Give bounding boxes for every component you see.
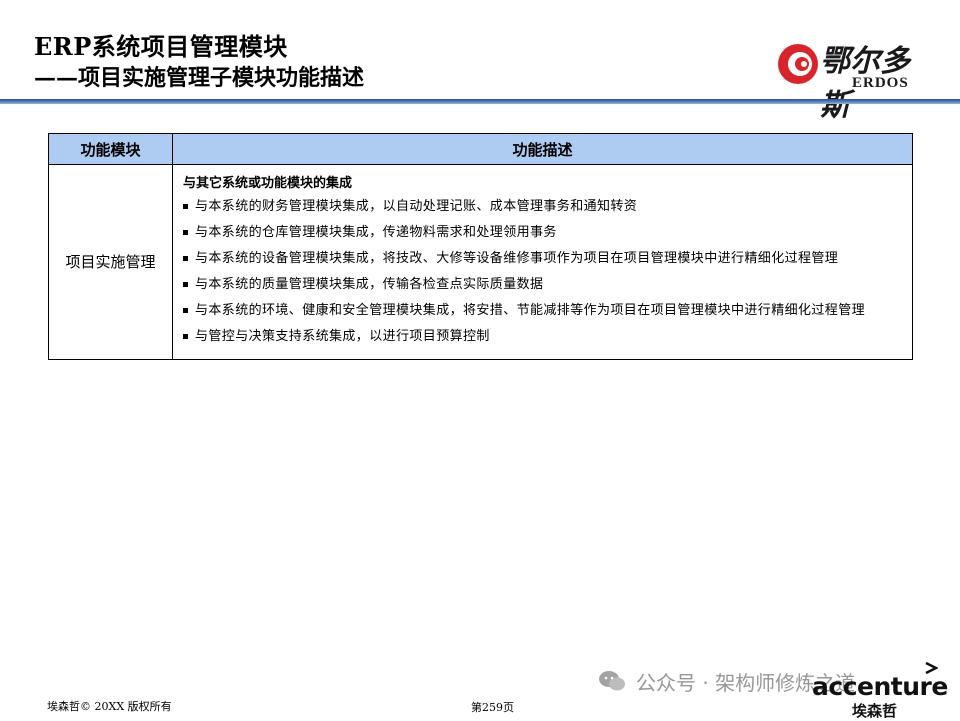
list-item: 与本系统的财务管理模块集成，以自动处理记账、成本管理事务和通知转资 bbox=[183, 195, 900, 219]
list-item: 与管控与决策支持系统集成，以进行项目预算控制 bbox=[183, 325, 900, 349]
copyright-text: 埃森哲© 20XX 版权所有 bbox=[47, 700, 172, 713]
bullet-icon bbox=[183, 308, 188, 313]
table-row: 项目实施管理 与其它系统或功能模块的集成 与本系统的财务管理模块集成，以自动处理… bbox=[48, 164, 913, 360]
description-cell: 与其它系统或功能模块的集成 与本系统的财务管理模块集成，以自动处理记账、成本管理… bbox=[172, 164, 913, 360]
slide-subtitle: ——项目实施管理子模块功能描述 bbox=[34, 65, 365, 91]
description-heading: 与其它系统或功能模块的集成 bbox=[183, 176, 353, 191]
accenture-logo: accenture 埃森哲 bbox=[812, 660, 948, 720]
bullet-icon bbox=[183, 256, 188, 261]
wechat-icon bbox=[599, 671, 625, 691]
list-item: 与本系统的环境、健康和安全管理模块集成，将安措、节能减排等作为项目在项目管理模块… bbox=[183, 299, 900, 323]
list-item: 与本系统的设备管理模块集成，将技改、大修等设备维修事项作为项目在项目管理模块中进… bbox=[183, 247, 900, 271]
module-name-cell: 项目实施管理 bbox=[48, 164, 173, 360]
page-number: 第259页 bbox=[471, 701, 514, 714]
bullet-icon bbox=[183, 334, 188, 339]
header-divider bbox=[0, 99, 960, 104]
slide-title: ERP系统项目管理模块 bbox=[34, 32, 288, 61]
header-module: 功能模块 bbox=[48, 133, 173, 165]
list-item: 与本系统的质量管理模块集成，传输各检查点实际质量数据 bbox=[183, 273, 900, 297]
description-list: 与本系统的财务管理模块集成，以自动处理记账、成本管理事务和通知转资 与本系统的仓… bbox=[183, 195, 900, 349]
list-item: 与本系统的仓库管理模块集成，传递物料需求和处理领用事务 bbox=[183, 221, 900, 245]
logo-english-text: ERDOS bbox=[852, 75, 909, 91]
function-table: 功能模块 功能描述 项目实施管理 与其它系统或功能模块的集成 与本系统的财务管理… bbox=[48, 133, 913, 360]
slide-header: ERP系统项目管理模块 ——项目实施管理子模块功能描述 鄂尔多斯 ERDOS bbox=[0, 0, 960, 123]
table-header-row: 功能模块 功能描述 bbox=[48, 133, 913, 165]
accenture-wordmark: accenture bbox=[812, 672, 948, 701]
bullet-icon bbox=[183, 204, 188, 209]
bullet-icon bbox=[183, 230, 188, 235]
erdos-logo: 鄂尔多斯 ERDOS bbox=[776, 36, 936, 123]
bullet-icon bbox=[183, 282, 188, 287]
accenture-chinese: 埃森哲 bbox=[852, 702, 898, 720]
header-description: 功能描述 bbox=[172, 133, 913, 165]
erdos-logo-icon bbox=[778, 44, 818, 84]
